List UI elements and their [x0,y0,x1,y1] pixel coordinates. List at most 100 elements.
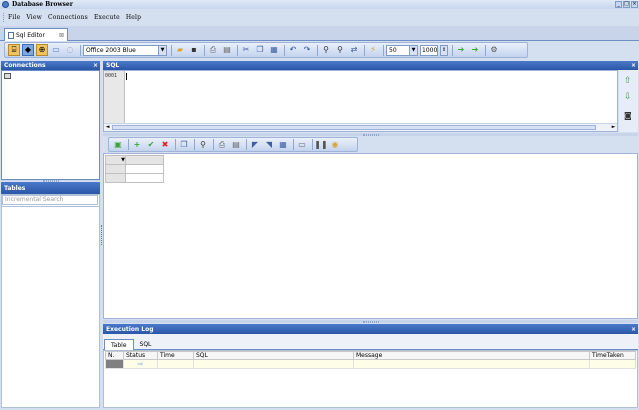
connect-icon[interactable]: ◆ [22,44,34,56]
scroll-right-icon[interactable]: ► [610,124,617,131]
toolbar-separator [284,44,285,56]
close-icon[interactable]: × [93,62,98,69]
grid-toolbar: ▣ + ✔ ✖ ❐ ⚲ ⎙ ▤ ◤ ◥ ▦ ▭ ❚❚ ◉ [108,137,358,152]
close-icon[interactable]: × [631,326,636,333]
menu-help[interactable]: Help [126,14,141,21]
save-icon[interactable]: ▪ [188,44,200,56]
refresh-icon[interactable]: ◌ [64,44,76,56]
execute-icon[interactable]: ⚡ [367,44,379,56]
menu-connections[interactable]: Connections [48,14,88,21]
tab-close-icon[interactable]: ⊠ [59,32,64,39]
delete-row-icon[interactable]: ✖ [159,139,171,151]
column-header-timetaken[interactable]: TimeTaken [589,351,636,360]
copy-rows-icon[interactable]: ❐ [178,139,190,151]
print-preview-icon[interactable]: ▤ [221,44,233,56]
find-next-icon[interactable]: ⚲ [334,44,346,56]
arrow-up-icon[interactable]: ⇧ [624,77,632,86]
maximize-button[interactable]: □ [623,1,630,8]
scrollbar-thumb[interactable] [112,125,596,130]
options-icon[interactable]: ⚙ [488,44,500,56]
sql-cell [193,359,354,369]
grid-cell[interactable] [125,173,164,183]
undo-icon[interactable]: ↶ [287,44,299,56]
open-folder-icon[interactable]: ▰ [174,44,186,56]
tab-table[interactable]: Table [104,339,134,350]
minimize-button[interactable]: _ [615,1,622,8]
print-icon[interactable]: ⎙ [216,139,228,151]
print-icon[interactable]: ⎙ [207,44,219,56]
fetch-size-value: 50 [389,46,397,54]
table-row[interactable]: ⇨ [105,359,636,369]
arrow-down-icon[interactable]: ⇩ [624,93,632,102]
grid-header-cell[interactable] [125,155,164,165]
print-preview-icon[interactable]: ▤ [230,139,242,151]
paste-icon[interactable]: ▦ [268,44,280,56]
title-bar: Database Browser _ □ × [0,0,639,9]
pause-icon[interactable]: ❚❚ [314,139,327,151]
commit-icon[interactable]: ✔ [145,139,157,151]
results-splitter[interactable] [103,320,638,323]
time-cell [157,359,194,369]
export-icon[interactable]: ▣ [112,139,124,151]
search-placeholder: Incremental Search [5,196,64,203]
redo-icon[interactable]: ↷ [301,44,313,56]
run-all-icon[interactable]: ➔ [469,44,481,56]
connections-tree[interactable] [1,70,100,180]
theme-select[interactable]: Office 2003 Blue ▼ [83,44,167,56]
menu-view[interactable]: View [26,14,42,21]
filter-clear-icon[interactable]: ◥ [263,139,275,151]
sql-horizontal-scrollbar[interactable]: ◄ ► [104,123,617,131]
limit-stepper[interactable]: ⇕ [440,44,448,56]
grid-corner-cell[interactable]: ▼ [105,155,126,165]
run-icon[interactable]: ➔ [455,44,467,56]
fetch-size-select[interactable]: 50 ▼ [386,44,418,56]
find-icon[interactable]: ⚲ [320,44,332,56]
new-connection-icon[interactable]: ⌸ [8,44,20,56]
copy-icon[interactable]: ❐ [254,44,266,56]
tables-list[interactable] [1,206,100,408]
column-header-sql[interactable]: SQL [193,351,354,360]
add-row-icon[interactable]: + [131,139,143,151]
results-grid[interactable]: ▼ [105,155,164,183]
find-icon[interactable]: ⚲ [197,139,209,151]
replace-icon[interactable]: ⇄ [348,44,360,56]
toolbar-separator [246,139,247,150]
column-header-status[interactable]: Status [123,351,158,360]
tab-sql[interactable]: SQL [134,339,158,350]
row-indicator-cell[interactable] [105,164,126,174]
toolbar-separator [175,139,176,150]
results-panel[interactable] [103,153,638,319]
connections-header: Connections × [1,61,100,70]
close-icon[interactable]: × [631,62,636,69]
sql-splitter[interactable] [103,133,638,136]
column-header-number[interactable]: N. [105,351,124,360]
scroll-left-icon[interactable]: ◄ [104,124,111,131]
stop-icon[interactable]: ◉ [329,139,341,151]
cut-icon[interactable]: ✂ [240,44,252,56]
menu-grip [3,13,5,22]
table-search-input[interactable]: Incremental Search [2,195,98,205]
filter-icon[interactable]: ◤ [249,139,261,151]
close-window-button[interactable]: × [631,1,638,8]
grid-view-icon[interactable]: ▦ [277,139,289,151]
menu-execute[interactable]: Execute [94,14,120,21]
disconnect-icon[interactable]: ⊕ [36,44,48,56]
tab-sql-editor[interactable]: Sql Editor ⊠ [4,28,68,41]
execution-log-table[interactable]: N. Status Time SQL Message TimeTaken ⇨ [105,351,636,369]
grid-cell[interactable] [125,164,164,174]
line-number-gutter [104,71,125,131]
sql-window-icon[interactable]: ▭ [50,44,62,56]
sql-editor[interactable]: 0001 ◄ ► [103,70,618,132]
timetaken-cell [589,359,636,369]
column-header-time[interactable]: Time [157,351,194,360]
column-header-message[interactable]: Message [353,351,590,360]
menu-file[interactable]: File [8,14,20,21]
limit-input[interactable]: 1000 [420,44,438,56]
connections-splitter[interactable] [1,180,100,181]
row-indicator-cell[interactable] [105,173,126,183]
toolbar-separator [80,44,81,56]
tab-label: Sql Editor [16,31,45,39]
clear-icon[interactable]: ◙ [624,111,632,120]
form-view-icon[interactable]: ▭ [296,139,308,151]
table-row: ▼ [105,155,164,165]
